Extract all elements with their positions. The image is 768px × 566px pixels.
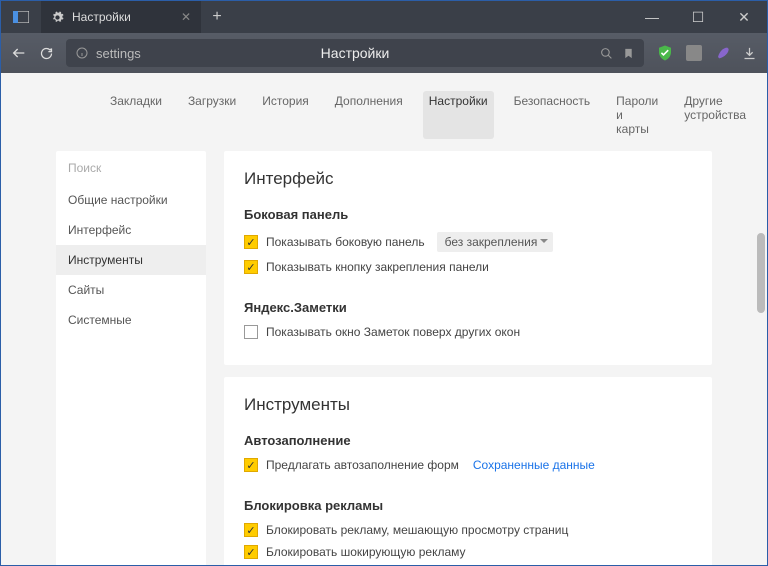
nav-tab-item[interactable]: Пароли и карты	[610, 91, 664, 139]
nav-tab-item[interactable]: Дополнения	[329, 91, 409, 139]
titlebar: Настройки ✕ + — ☐ ✕	[1, 1, 767, 33]
minimize-button[interactable]: —	[629, 1, 675, 33]
section-title: Автозаполнение	[244, 433, 692, 448]
sidebar-item[interactable]: Инструменты	[56, 245, 206, 275]
checkbox-pin-button[interactable]: ✓	[244, 260, 258, 274]
sidebar-item[interactable]: Системные	[56, 305, 206, 335]
sidebar-mode-dropdown[interactable]: без закрепления	[437, 232, 554, 252]
nav-tab-item[interactable]: Закладки	[104, 91, 168, 139]
maximize-button[interactable]: ☐	[675, 1, 721, 33]
settings-main: Интерфейс Боковая панель ✓ Показывать бо…	[224, 151, 712, 565]
search-input[interactable]: Поиск	[56, 151, 206, 185]
settings-sidebar: Поиск Общие настройкиИнтерфейсИнструмент…	[56, 151, 206, 565]
sidebar-item[interactable]: Интерфейс	[56, 215, 206, 245]
page-title: Настройки	[321, 45, 390, 61]
reload-button[interactable]	[39, 46, 54, 61]
option-label: Показывать кнопку закрепления панели	[266, 260, 489, 274]
section-title: Блокировка рекламы	[244, 498, 692, 513]
section-title: Яндекс.Заметки	[244, 300, 692, 315]
gear-icon	[51, 11, 64, 24]
sidebar-item[interactable]: Общие настройки	[56, 185, 206, 215]
panel-tools: Инструменты Автозаполнение ✓ Предлагать …	[224, 377, 712, 565]
panel-title: Инструменты	[244, 395, 692, 415]
content-area: Закладки Загрузки История Дополнения Настрой…	[1, 73, 767, 565]
panel-interface: Интерфейс Боковая панель ✓ Показывать бо…	[224, 151, 712, 365]
option-label: Показывать окно Заметок поверх других ок…	[266, 325, 520, 339]
nav-tab-item[interactable]: Загрузки	[182, 91, 242, 139]
nav-tab-item[interactable]: Другие устройства	[678, 91, 752, 139]
browser-tab[interactable]: Настройки ✕	[41, 1, 201, 33]
url-text: settings	[96, 46, 141, 61]
vertical-scrollbar[interactable]	[757, 233, 765, 313]
back-button[interactable]	[11, 45, 27, 61]
new-tab-button[interactable]: +	[201, 8, 233, 26]
section-title: Боковая панель	[244, 207, 692, 222]
option-label: Блокировать шокирующую рекламу	[266, 545, 466, 559]
sidebar-item[interactable]: Сайты	[56, 275, 206, 305]
nav-tab-item[interactable]: История	[256, 91, 315, 139]
feather-icon[interactable]	[714, 45, 730, 61]
search-icon[interactable]	[600, 47, 613, 60]
panel-title: Интерфейс	[244, 169, 692, 189]
extension-icon[interactable]	[686, 45, 702, 61]
sidebar-toggle-icon[interactable]	[1, 11, 41, 23]
nav-tab-item[interactable]: Настройки	[423, 91, 494, 139]
tab-title: Настройки	[72, 10, 131, 24]
checkbox-block-shock-ads[interactable]: ✓	[244, 545, 258, 559]
address-bar[interactable]: settings Настройки	[66, 39, 644, 67]
tab-close-icon[interactable]: ✕	[181, 10, 191, 24]
option-label: Показывать боковую панель	[266, 235, 425, 249]
nav-tab-item[interactable]: Безопасность	[508, 91, 597, 139]
settings-nav-tabs: Закладки Загрузки История Дополнения Настрой…	[56, 73, 712, 151]
site-info-icon[interactable]	[76, 47, 88, 59]
checkbox-autofill[interactable]: ✓	[244, 458, 258, 472]
checkbox-notes-on-top[interactable]	[244, 325, 258, 339]
option-label: Предлагать автозаполнение форм	[266, 458, 459, 472]
checkbox-block-ads[interactable]: ✓	[244, 523, 258, 537]
window-controls: — ☐ ✕	[629, 1, 767, 33]
saved-data-link[interactable]: Сохраненные данные	[473, 458, 595, 472]
toolbar: settings Настройки	[1, 33, 767, 73]
download-icon[interactable]	[742, 46, 757, 61]
protect-icon[interactable]	[656, 44, 674, 62]
close-button[interactable]: ✕	[721, 1, 767, 33]
bookmark-icon[interactable]	[623, 47, 634, 60]
checkbox-show-sidebar[interactable]: ✓	[244, 235, 258, 249]
option-label: Блокировать рекламу, мешающую просмотру …	[266, 523, 568, 537]
